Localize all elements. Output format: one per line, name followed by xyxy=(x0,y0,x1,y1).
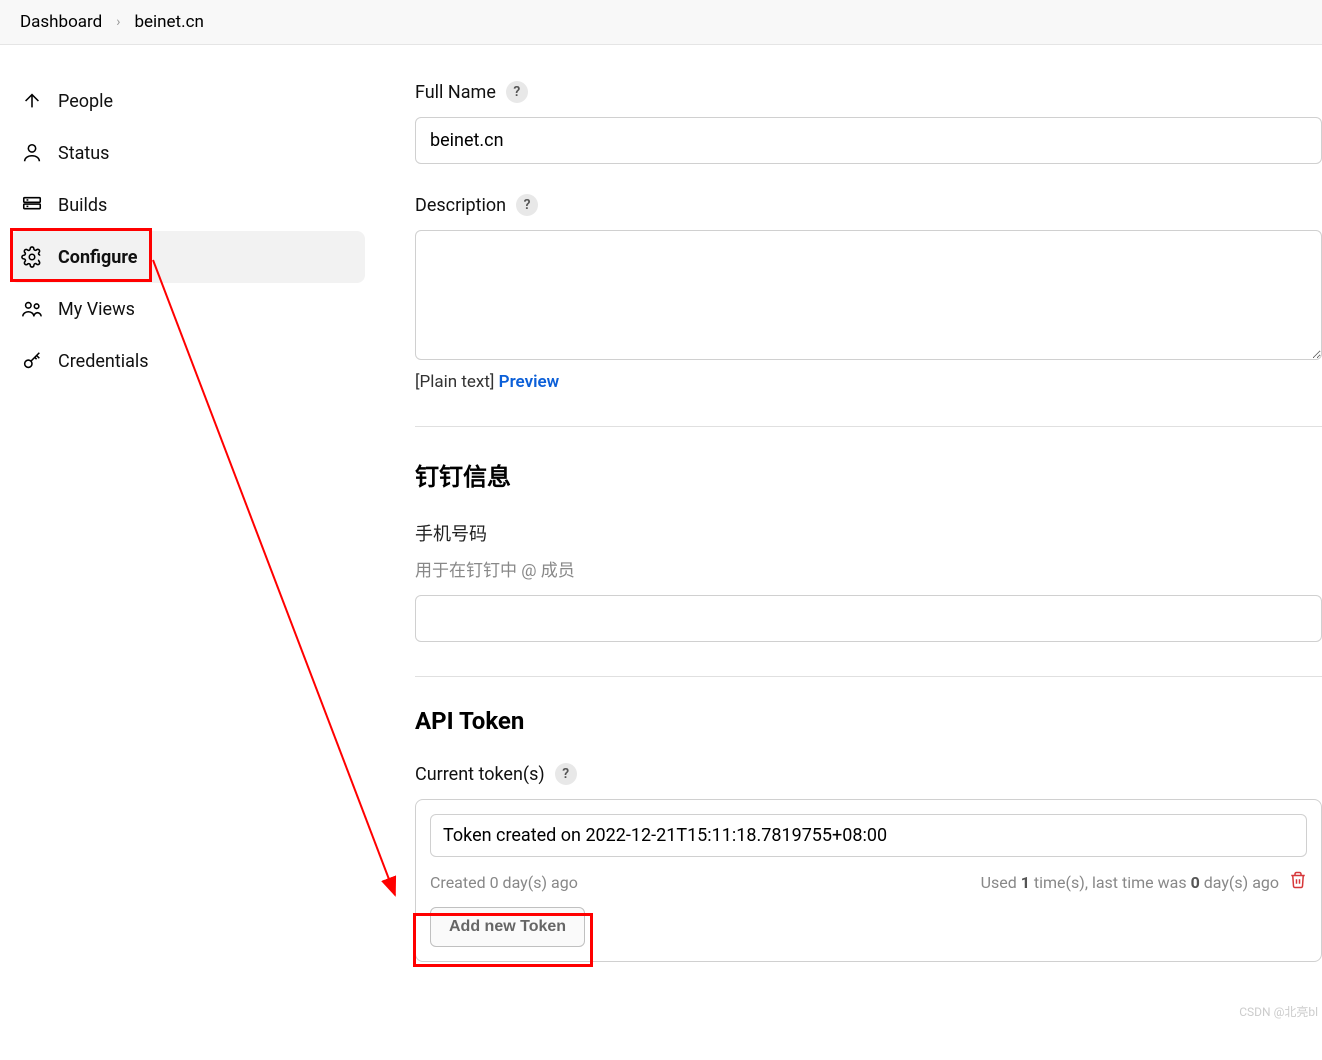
preview-link[interactable]: Preview xyxy=(499,372,560,392)
phone-desc: 用于在钉钉中 @ 成员 xyxy=(415,556,1322,581)
token-box: Created 0 day(s) ago Used 1 time(s), las… xyxy=(415,799,1322,962)
sidebar-item-label: Builds xyxy=(58,195,107,216)
dingding-section: 钉钉信息 手机号码 用于在钉钉中 @ 成员 xyxy=(415,457,1322,642)
plain-text-label: [Plain text] xyxy=(415,372,494,392)
people-icon xyxy=(20,297,44,321)
help-icon[interactable]: ? xyxy=(555,763,577,785)
person-icon xyxy=(20,141,44,165)
add-new-token-button[interactable]: Add new Token xyxy=(430,907,585,947)
arrow-up-icon xyxy=(20,89,44,113)
description-label: Description xyxy=(415,195,506,216)
phone-input[interactable] xyxy=(415,595,1322,642)
key-icon xyxy=(20,349,44,373)
token-created-text: Created 0 day(s) ago xyxy=(430,873,578,892)
sidebar-item-status[interactable]: Status xyxy=(10,127,365,179)
api-token-section: API Token Current token(s) ? Created 0 d… xyxy=(415,707,1322,962)
divider xyxy=(415,426,1322,427)
sidebar-item-credentials[interactable]: Credentials xyxy=(10,335,365,387)
chevron-right-icon: › xyxy=(116,14,120,30)
sidebar-item-label: Status xyxy=(58,143,109,164)
sidebar-item-people[interactable]: People xyxy=(10,75,365,127)
breadcrumb-user[interactable]: beinet.cn xyxy=(134,12,203,32)
description-field: Description ? [Plain text] Preview xyxy=(415,194,1322,392)
help-icon[interactable]: ? xyxy=(516,194,538,216)
current-tokens-label: Current token(s) xyxy=(415,764,545,785)
token-name-input[interactable] xyxy=(430,814,1307,857)
token-used-text: Used 1 time(s), last time was 0 day(s) a… xyxy=(981,871,1307,893)
sidebar-item-builds[interactable]: Builds xyxy=(10,179,365,231)
trash-icon[interactable] xyxy=(1289,871,1307,893)
divider xyxy=(415,676,1322,677)
breadcrumb-dashboard[interactable]: Dashboard xyxy=(20,12,102,32)
phone-label: 手机号码 xyxy=(415,520,1322,546)
full-name-field: Full Name ? xyxy=(415,81,1322,164)
full-name-label: Full Name xyxy=(415,82,496,103)
sidebar-item-label: Credentials xyxy=(58,351,149,372)
watermark: CSDN @北亮bl xyxy=(1239,1003,1318,1020)
sidebar-item-configure[interactable]: Configure xyxy=(10,231,365,283)
sidebar-item-label: Configure xyxy=(58,247,138,268)
dingding-title: 钉钉信息 xyxy=(415,457,1322,492)
help-icon[interactable]: ? xyxy=(506,81,528,103)
sidebar-item-label: My Views xyxy=(58,299,135,320)
gear-icon xyxy=(20,245,44,269)
api-token-title: API Token xyxy=(415,707,1322,735)
breadcrumb: Dashboard › beinet.cn xyxy=(0,0,1322,45)
full-name-input[interactable] xyxy=(415,117,1322,164)
description-input[interactable] xyxy=(415,230,1322,360)
main-content: Full Name ? Description ? [Plain text] P… xyxy=(375,45,1322,1012)
stack-icon xyxy=(20,193,44,217)
sidebar-item-label: People xyxy=(58,91,113,112)
sidebar: People Status Builds Configure My Views xyxy=(0,45,375,1012)
sidebar-item-myviews[interactable]: My Views xyxy=(10,283,365,335)
